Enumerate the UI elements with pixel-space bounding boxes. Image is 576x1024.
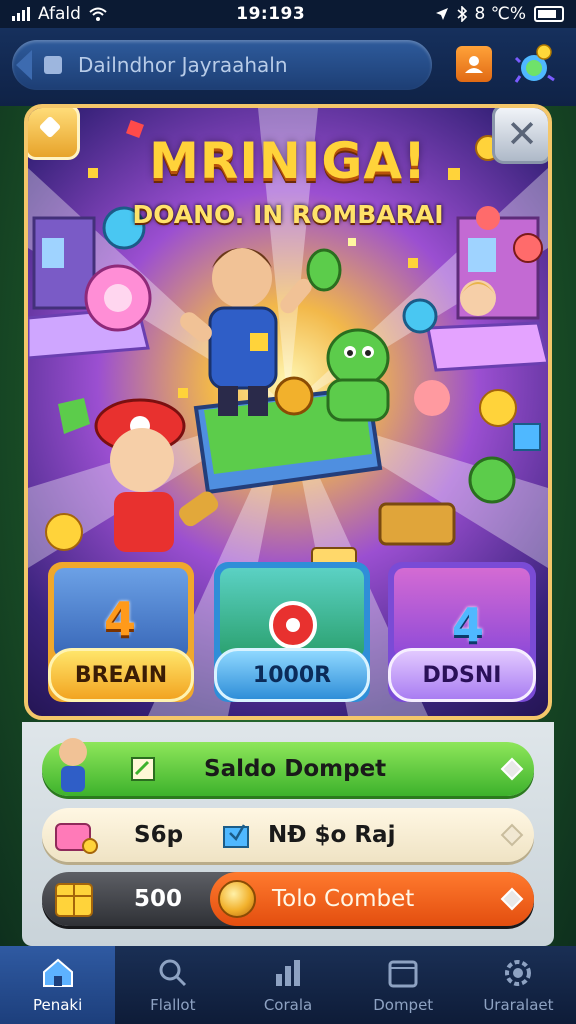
address-bar[interactable]: Dailndhor Jayraahaln: [12, 40, 432, 90]
nav-item-label: Dompet: [373, 996, 434, 1014]
promo-card-3-button[interactable]: DDSNI: [388, 648, 536, 702]
back-arrow-icon[interactable]: [10, 40, 50, 90]
total-left-value: 500: [134, 886, 183, 912]
chevron-right-icon: [500, 887, 524, 911]
bluetooth-icon: [457, 6, 467, 22]
profile-icon: [465, 56, 483, 73]
record-icon: [269, 601, 317, 649]
nav-item-home[interactable]: Penaki: [0, 946, 116, 1024]
balance-left-value: S6p: [134, 822, 184, 848]
chevron-right-icon: [500, 757, 524, 781]
wallet-gift-icon: [55, 823, 98, 854]
nav-item-label: Corala: [263, 996, 313, 1014]
wallet-panel: Saldo Dompet S6p NÐ $o Raj 500 Tolo Comb…: [22, 722, 554, 946]
bottom-nav: Penaki Flallot Corala Dompet Uraralaet: [0, 946, 576, 1024]
promo-card-number: 4: [104, 592, 137, 646]
location-icon: [435, 8, 448, 20]
nav-item-stats[interactable]: Corala: [230, 946, 345, 1024]
bug-icon[interactable]: [514, 42, 558, 86]
nav-item-label: Penaki: [32, 996, 83, 1014]
promo-card-number: 4: [452, 598, 485, 652]
address-text: Dailndhor Jayraahaln: [78, 53, 288, 77]
home-icon: [42, 958, 73, 987]
saldo-dompet-row[interactable]: Saldo Dompet: [42, 738, 534, 796]
saldo-dompet-label: Saldo Dompet: [204, 756, 387, 782]
banner-title: MRINIGA!: [149, 132, 427, 190]
nav-item-label: Flallot: [150, 996, 196, 1014]
signal-icon: [12, 7, 30, 21]
tolo-combet-label: Tolo Combet: [272, 886, 415, 912]
search-icon: [159, 959, 186, 987]
wallet-icon: [388, 960, 418, 988]
box-icon: [223, 824, 249, 848]
ticket-icon: [131, 757, 155, 781]
profile-button[interactable]: [456, 46, 492, 82]
tolo-combet-button[interactable]: Tolo Combet: [210, 872, 534, 926]
promo-card-3[interactable]: 4 DDSNI: [388, 562, 536, 702]
carrier-label: Afald: [38, 4, 81, 24]
promo-card-2[interactable]: 1000R: [214, 562, 370, 702]
balance-row[interactable]: S6p NÐ $o Raj: [42, 808, 534, 862]
settings-icon: [505, 960, 532, 986]
clock: 19:193: [236, 4, 306, 24]
balance-right-value: NÐ $o Raj: [268, 822, 396, 848]
battery-icon: [534, 6, 564, 22]
nav-item-wallet[interactable]: Dompet: [346, 946, 461, 1024]
chevron-right-icon: [500, 823, 524, 847]
wifi-icon: [89, 7, 107, 21]
total-combet-row[interactable]: 500 Tolo Combet: [42, 872, 534, 926]
promo-card-2-button[interactable]: 1000R: [214, 648, 370, 702]
banner-subtitle: DOANO. IN ROMBARAI: [132, 200, 444, 229]
app-header: Dailndhor Jayraahaln: [0, 28, 576, 106]
gold-bars-icon: [55, 883, 93, 917]
character-avatar-icon: [59, 738, 87, 792]
nav-item-settings[interactable]: Uraralaet: [461, 946, 576, 1024]
status-bar: Afald 19:193 8 ℃%: [0, 0, 576, 28]
nav-item-label: Uraralaet: [483, 996, 554, 1014]
promo-card-1-button[interactable]: BREAIN: [48, 648, 194, 702]
battery-percent: 8 ℃%: [474, 4, 526, 24]
nav-item-search[interactable]: Flallot: [115, 946, 230, 1024]
promo-banner[interactable]: ✕ MRINIGA! DOANO. IN ROMBARAI 4 BREAIN 1…: [24, 104, 552, 720]
chart-icon: [276, 960, 300, 986]
coin-icon: [218, 880, 256, 918]
promo-card-1[interactable]: 4 BREAIN: [48, 562, 194, 702]
